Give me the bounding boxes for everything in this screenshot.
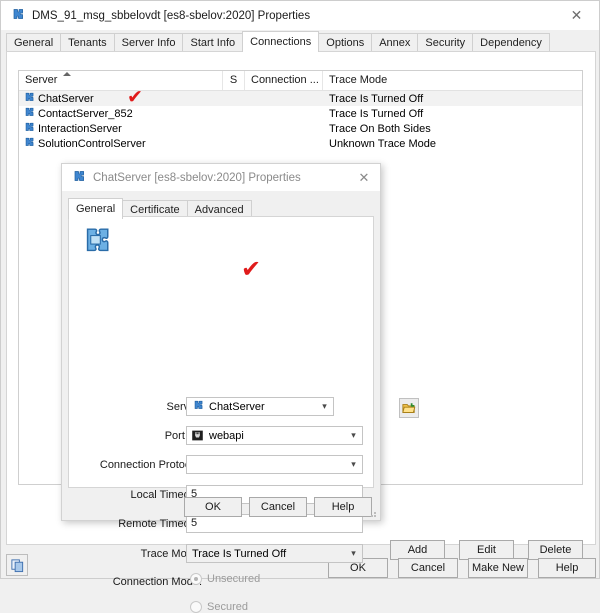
column-header-s[interactable]: S xyxy=(223,71,245,90)
edit-button[interactable]: Edit xyxy=(459,540,514,560)
tab-security[interactable]: Security xyxy=(417,33,474,52)
chevron-down-icon[interactable]: ▾ xyxy=(316,398,333,415)
server-name: ChatServer xyxy=(38,92,94,105)
table-row[interactable]: SolutionControlServer Unknown Trace Mode xyxy=(19,136,582,151)
properties-window: DMS_91_msg_sbbelovdt [es8-sbelov:2020] P… xyxy=(0,0,600,613)
open-folder-icon xyxy=(402,403,416,413)
cell-trace-mode: Trace Is Turned Off xyxy=(329,92,424,105)
cell-server: InteractionServer xyxy=(19,122,223,135)
inner-dialog-title: ChatServer [es8-sbelov:2020] Properties xyxy=(93,171,301,184)
radio-indicator xyxy=(190,601,202,613)
puzzle-piece-icon xyxy=(70,170,86,186)
tab-general[interactable]: General xyxy=(68,198,124,219)
chevron-down-icon[interactable]: ▾ xyxy=(345,456,362,473)
tab-start-info[interactable]: Start Info xyxy=(182,33,244,52)
general-tab-page xyxy=(68,216,374,488)
make-new-button[interactable]: Make New xyxy=(468,558,528,578)
puzzle-piece-icon xyxy=(191,400,204,413)
help-button[interactable]: Help xyxy=(538,558,596,578)
network-port-icon xyxy=(191,429,204,442)
cell-trace-mode: Trace Is Turned Off xyxy=(329,107,424,120)
cancel-button[interactable]: Cancel xyxy=(398,558,458,578)
sort-ascending-icon xyxy=(63,72,71,76)
tab-connections[interactable]: Connections xyxy=(242,31,320,52)
puzzle-piece-icon xyxy=(22,137,35,150)
radio-label-unsecured: Unsecured xyxy=(207,573,261,585)
window-title: DMS_91_msg_sbbelovdt [es8-sbelov:2020] P… xyxy=(32,9,311,22)
tab-server-info[interactable]: Server Info xyxy=(113,33,184,52)
table-row[interactable]: ContactServer_852 Trace Is Turned Off xyxy=(19,106,582,121)
port-id-value: webapi xyxy=(209,429,244,442)
table-row[interactable]: ChatServer Trace Is Turned Off xyxy=(19,91,582,106)
server-name: ContactServer_852 xyxy=(38,107,133,120)
cell-server: ChatServer xyxy=(19,92,223,105)
tab-options[interactable]: Options xyxy=(318,33,373,52)
trace-mode-value: Trace Is Turned Off xyxy=(192,547,287,560)
inner-dialog-titlebar: ChatServer [es8-sbelov:2020] Properties … xyxy=(62,164,380,191)
add-button[interactable]: Add xyxy=(390,540,445,560)
port-id-combo[interactable]: webapi ▾ xyxy=(186,426,363,445)
close-icon[interactable]: ✕ xyxy=(554,1,599,30)
radio-unsecured[interactable]: Unsecured xyxy=(190,573,260,585)
chevron-down-icon[interactable]: ▾ xyxy=(345,545,362,562)
server-name: InteractionServer xyxy=(38,122,122,135)
tab-annex[interactable]: Annex xyxy=(371,33,419,52)
browse-server-button[interactable] xyxy=(399,398,419,418)
copy-pages-icon[interactable] xyxy=(6,554,28,576)
radio-secured[interactable]: Secured xyxy=(190,601,248,613)
cell-trace-mode: Unknown Trace Mode xyxy=(329,137,436,150)
connection-protocol-label: Connection Protocol: xyxy=(99,459,202,471)
ok-button[interactable]: OK xyxy=(184,497,242,517)
list-header-row: Server S Connection ... Trace Mode xyxy=(19,71,582,91)
help-button[interactable]: Help xyxy=(314,497,372,517)
column-label-server: Server xyxy=(25,74,58,86)
connection-mode-label: Connection Mode: xyxy=(112,576,202,588)
tab-bar: General Tenants Server Info Start Info C… xyxy=(6,31,596,52)
trace-mode-combo[interactable]: Trace Is Turned Off ▾ xyxy=(186,544,363,563)
puzzle-piece-icon xyxy=(22,107,35,120)
puzzle-piece-large-icon xyxy=(78,226,112,260)
column-header-trace-mode[interactable]: Trace Mode xyxy=(323,71,581,90)
tab-general[interactable]: General xyxy=(6,33,62,52)
puzzle-piece-icon xyxy=(22,92,35,105)
chatserver-properties-dialog: ChatServer [es8-sbelov:2020] Properties … xyxy=(61,163,419,613)
cell-trace-mode: Trace On Both Sides xyxy=(329,122,431,135)
chevron-down-icon[interactable]: ▾ xyxy=(345,427,362,444)
cell-server: SolutionControlServer xyxy=(19,137,223,150)
server-name: SolutionControlServer xyxy=(38,137,146,150)
delete-button[interactable]: Delete xyxy=(528,540,583,560)
connection-protocol-combo[interactable]: ▾ xyxy=(186,455,363,474)
table-row[interactable]: InteractionServer Trace On Both Sides xyxy=(19,121,582,136)
resize-grip[interactable] xyxy=(366,507,378,519)
tab-tenants[interactable]: Tenants xyxy=(60,33,115,52)
server-combo[interactable]: ChatServer ▾ xyxy=(186,397,334,416)
server-value: ChatServer xyxy=(209,400,265,413)
radio-label-secured: Secured xyxy=(207,601,248,613)
tab-dependency[interactable]: Dependency xyxy=(472,33,550,52)
cancel-button[interactable]: Cancel xyxy=(249,497,307,517)
cell-server: ContactServer_852 xyxy=(19,107,223,120)
radio-indicator xyxy=(190,573,202,585)
puzzle-piece-icon xyxy=(9,8,25,24)
column-header-connection[interactable]: Connection ... xyxy=(245,71,323,90)
column-header-server[interactable]: Server xyxy=(19,71,223,90)
puzzle-piece-icon xyxy=(22,122,35,135)
window-titlebar: DMS_91_msg_sbbelovdt [es8-sbelov:2020] P… xyxy=(1,1,599,30)
close-icon[interactable]: ✕ xyxy=(348,164,380,191)
